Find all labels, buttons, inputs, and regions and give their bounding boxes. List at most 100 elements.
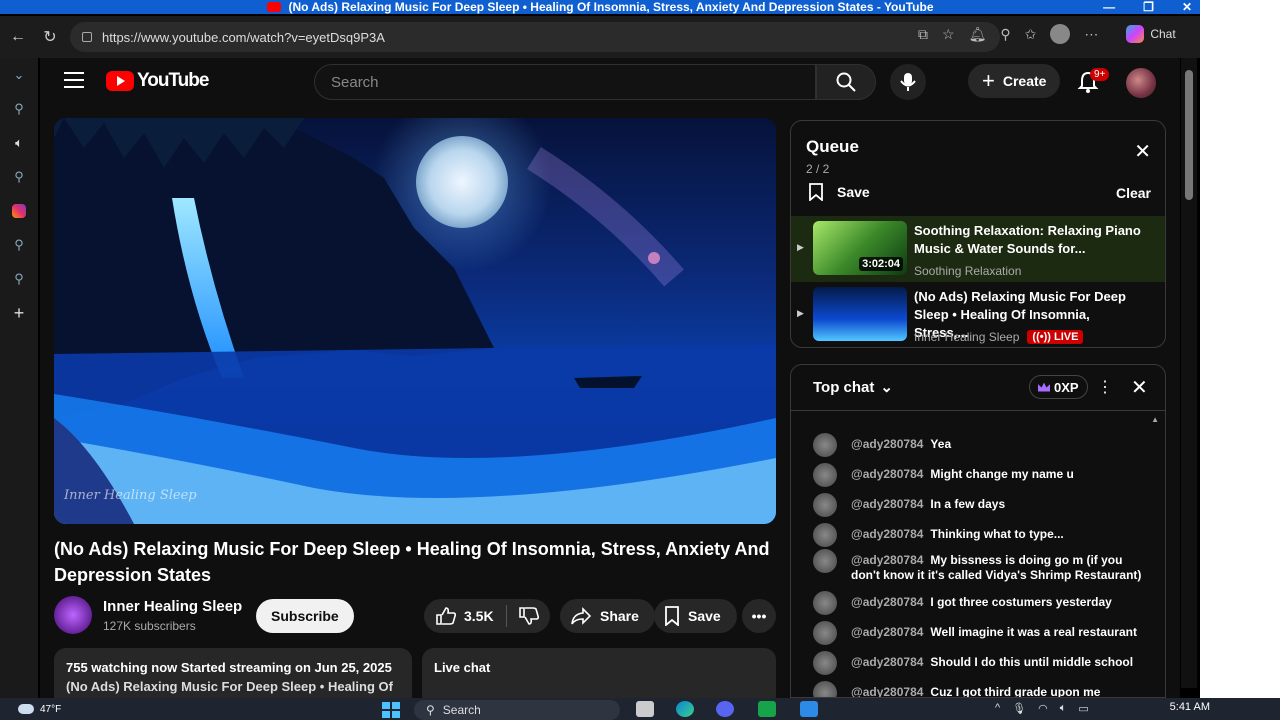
weather-widget[interactable]: 47°F — [18, 698, 61, 720]
bookmark-icon — [665, 606, 679, 626]
channel-name[interactable]: Inner Healing Sleep — [103, 598, 242, 615]
subscribe-button[interactable]: Subscribe — [256, 599, 354, 633]
maximize-icon[interactable]: ❐ — [1143, 0, 1154, 14]
sidebar-search-icon-3[interactable]: ⚲ — [0, 228, 38, 262]
more-actions-button[interactable]: ••• — [742, 599, 776, 633]
queue-close-icon[interactable]: ✕ — [1134, 139, 1151, 164]
voice-search-button[interactable] — [890, 64, 926, 100]
chat-author[interactable]: @ady280784 — [851, 467, 923, 487]
menu-icon[interactable] — [64, 72, 84, 88]
battery-icon[interactable]: ▭ — [1078, 702, 1088, 715]
xp-badge[interactable]: 0XP — [1029, 375, 1088, 399]
wifi-icon[interactable]: ◠ — [1038, 702, 1048, 715]
top-chat-dropdown[interactable]: Top chat ⌄ — [813, 378, 893, 397]
favorites-icon[interactable]: ✩ — [1025, 26, 1037, 43]
chat-header: Top chat ⌄ 0XP ⋮ ✕ — [791, 365, 1165, 411]
queue-item[interactable]: ▶ 3:02:04 Soothing Relaxation: Relaxing … — [791, 216, 1165, 282]
chat-author[interactable]: @ady280784 — [851, 655, 923, 675]
app-icon-green[interactable] — [758, 701, 776, 717]
volume-icon[interactable]: 🔈︎ — [1060, 702, 1067, 715]
chat-more-icon[interactable]: ⋮ — [1097, 377, 1113, 397]
like-dislike-group: 3.5K — [424, 599, 550, 633]
share-icon — [571, 607, 592, 625]
share-button[interactable]: Share — [560, 599, 655, 633]
search-input[interactable]: Search — [314, 64, 816, 100]
duration-badge: 3:02:04 — [859, 257, 903, 271]
live-label: LIVE — [1053, 331, 1079, 343]
microphone-tray-icon[interactable]: 🎙︎ — [1012, 702, 1026, 715]
create-button[interactable]: + Create — [968, 64, 1061, 98]
chevron-up-icon[interactable]: ^ — [995, 702, 1000, 715]
taskbar-search[interactable]: ⚲ Search — [414, 700, 620, 720]
clock[interactable]: 5:41 AM — [1170, 701, 1210, 713]
search-button[interactable] — [816, 64, 876, 100]
watch-page: Inner Healing Sleep (No Ads) Relaxing Mu… — [40, 108, 1180, 708]
queue-item-channel: Soothing Relaxation — [914, 264, 1021, 278]
user-avatar[interactable] — [1126, 68, 1156, 98]
chat-author[interactable]: @ady280784 — [851, 437, 923, 457]
chat-avatar — [813, 549, 837, 573]
dislike-button[interactable] — [507, 607, 551, 625]
scrollbar-thumb[interactable] — [1185, 70, 1193, 200]
sidebar-collapse-icon[interactable]: ⌄ — [0, 58, 38, 92]
chat-author[interactable]: @ady280784 — [851, 527, 923, 547]
live-badge: ((•)) LIVE — [1027, 330, 1084, 344]
profile-avatar[interactable] — [1050, 24, 1071, 44]
sidebar-search-icon[interactable]: ⚲ — [0, 92, 38, 126]
reload-icon[interactable]: ↻ — [34, 27, 66, 47]
app-icon-blue[interactable] — [800, 701, 818, 717]
chat-author[interactable]: @ady280784 — [851, 497, 923, 517]
page-scrollbar[interactable] — [1181, 58, 1197, 688]
windows-taskbar: 47°F ⚲ Search ^ 🎙︎ ◠ 🔈︎ ▭ 5:41 AM — [0, 698, 1280, 720]
queue-clear-button[interactable]: Clear — [1116, 185, 1151, 201]
channel-avatar[interactable] — [54, 596, 92, 634]
chat-author[interactable]: @ady280784 — [851, 553, 923, 567]
minimize-icon[interactable]: — — [1103, 0, 1115, 14]
sidebar-add-icon[interactable]: + — [0, 296, 38, 330]
save-button[interactable]: Save — [654, 599, 737, 633]
close-window-icon[interactable]: ✕ — [1182, 0, 1192, 14]
chat-text: Might change my name u — [930, 467, 1074, 481]
channel-label: Inner Healing Sleep — [914, 330, 1020, 344]
chat-scroll-up-icon[interactable]: ▲ — [1151, 415, 1159, 424]
edge-icon[interactable] — [676, 701, 694, 717]
favorite-star-icon[interactable]: ☆ — [942, 26, 955, 43]
notification-icon[interactable]: 🔔︎ — [969, 26, 987, 43]
queue-item[interactable]: ▶ (No Ads) Relaxing Music For Deep Sleep… — [791, 282, 1165, 347]
chat-author[interactable]: @ady280784 — [851, 685, 923, 697]
chat-close-icon[interactable]: ✕ — [1131, 375, 1148, 400]
video-frame — [54, 118, 776, 524]
share-label: Share — [600, 608, 639, 624]
back-icon[interactable]: ← — [2, 28, 34, 46]
discord-icon[interactable] — [716, 701, 734, 717]
chat-avatar — [813, 621, 837, 645]
app-icon[interactable]: ⧉ — [918, 26, 928, 43]
chat-text: In a few days — [930, 497, 1006, 511]
microphone-icon — [900, 73, 916, 91]
more-icon[interactable]: ⋯ — [1084, 26, 1098, 43]
queue-save-button[interactable]: Save — [809, 183, 870, 201]
file-explorer-icon[interactable] — [636, 701, 654, 717]
copilot-chat-button[interactable]: Chat — [1126, 25, 1176, 43]
sidebar-search-icon-4[interactable]: ⚲ — [0, 262, 38, 296]
queue-item-title: Soothing Relaxation: Relaxing Piano Musi… — [914, 223, 1141, 256]
bookmark-icon — [809, 183, 823, 201]
chat-avatar — [813, 463, 837, 487]
youtube-logo[interactable]: YouTube — [106, 70, 209, 92]
sidebar-audio-icon[interactable]: 🔈︎ — [0, 126, 38, 160]
start-button[interactable] — [382, 702, 400, 718]
extensions-icon[interactable]: ⚲ — [1000, 26, 1010, 43]
sidebar-search-icon-2[interactable]: ⚲ — [0, 160, 38, 194]
live-chat-panel-frame: Top chat ⌄ 0XP ⋮ ✕ ▲ @ady280784 Yea @ady2… — [790, 364, 1166, 698]
like-button[interactable]: 3.5K — [424, 605, 507, 627]
chat-author[interactable]: @ady280784 — [851, 625, 923, 645]
chat-author[interactable]: @ady280784 — [851, 595, 923, 615]
toolbar-icons: ⧉ ☆ 🔔︎ ⚲ ✩ ⋯ Chat — [918, 24, 1200, 44]
video-player[interactable]: Inner Healing Sleep — [54, 118, 776, 524]
instagram-icon[interactable] — [0, 194, 38, 228]
now-playing-icon: ▶ — [797, 242, 804, 252]
queue-save-label: Save — [837, 184, 870, 200]
window-title: (No Ads) Relaxing Music For Deep Sleep •… — [288, 0, 934, 14]
chat-message: @ady280784 In a few days — [813, 493, 1143, 517]
address-bar[interactable]: https://www.youtube.com/watch?v=eyetDsq9… — [70, 22, 1000, 52]
